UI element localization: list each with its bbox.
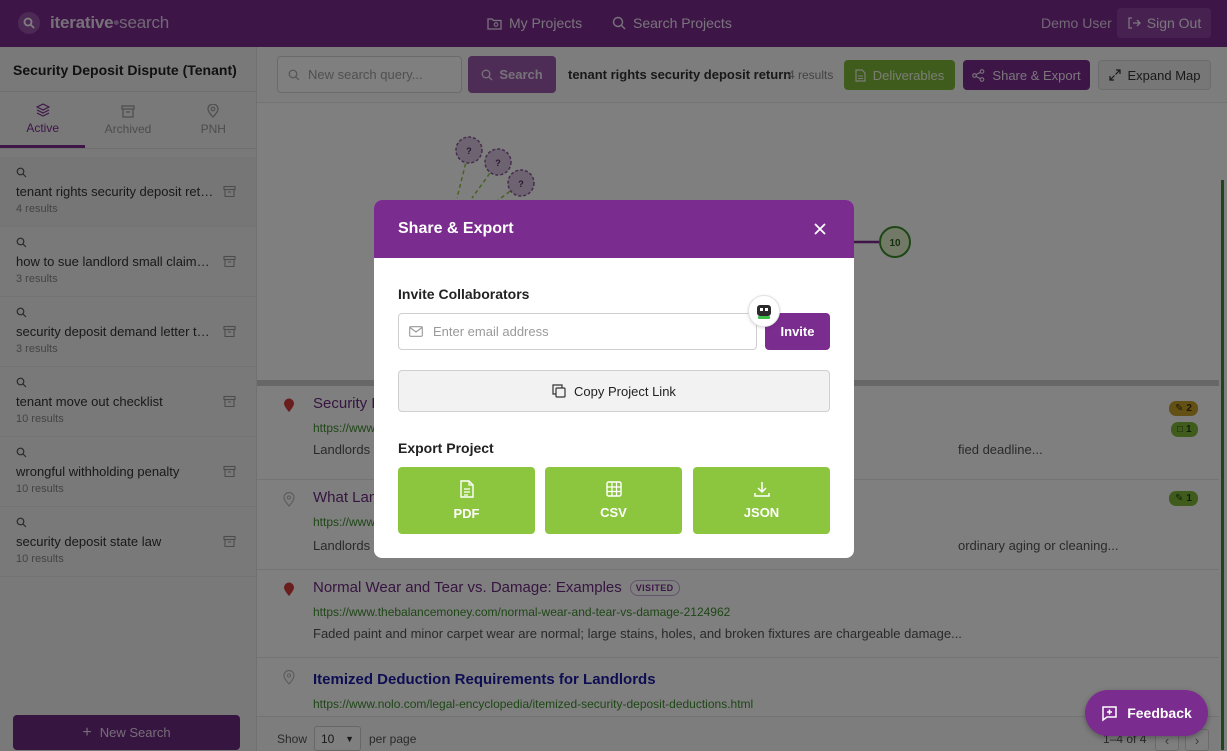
assistant-bot-icon[interactable] xyxy=(748,295,780,327)
copy-icon xyxy=(552,384,566,398)
mail-icon xyxy=(409,326,423,337)
export-csv-button[interactable]: CSV xyxy=(545,467,682,534)
export-json-label: JSON xyxy=(743,505,780,520)
export-pdf-button[interactable]: PDF xyxy=(398,467,535,534)
email-field-placeholder: Enter email address xyxy=(433,324,549,339)
share-export-modal: Share & Export Invite Collaborators Ente… xyxy=(374,200,854,558)
export-pdf-label: PDF xyxy=(453,506,480,521)
email-field[interactable]: Enter email address xyxy=(398,313,757,350)
table-icon xyxy=(605,481,622,497)
modal-title: Share & Export xyxy=(398,220,514,237)
copy-project-link-label: Copy Project Link xyxy=(574,383,676,399)
export-section-label: Export Project xyxy=(398,440,494,456)
download-icon xyxy=(753,482,770,497)
copy-project-link-button[interactable]: Copy Project Link xyxy=(398,370,830,412)
modal-header: Share & Export xyxy=(374,200,854,258)
feedback-button[interactable]: Feedback xyxy=(1085,690,1208,736)
message-plus-icon xyxy=(1102,705,1117,721)
invite-section-label: Invite Collaborators xyxy=(398,286,530,302)
feedback-label: Feedback xyxy=(1127,705,1192,721)
close-icon[interactable] xyxy=(810,219,830,239)
export-json-button[interactable]: JSON xyxy=(693,467,830,534)
export-csv-label: CSV xyxy=(600,505,627,520)
file-text-icon xyxy=(459,480,474,498)
